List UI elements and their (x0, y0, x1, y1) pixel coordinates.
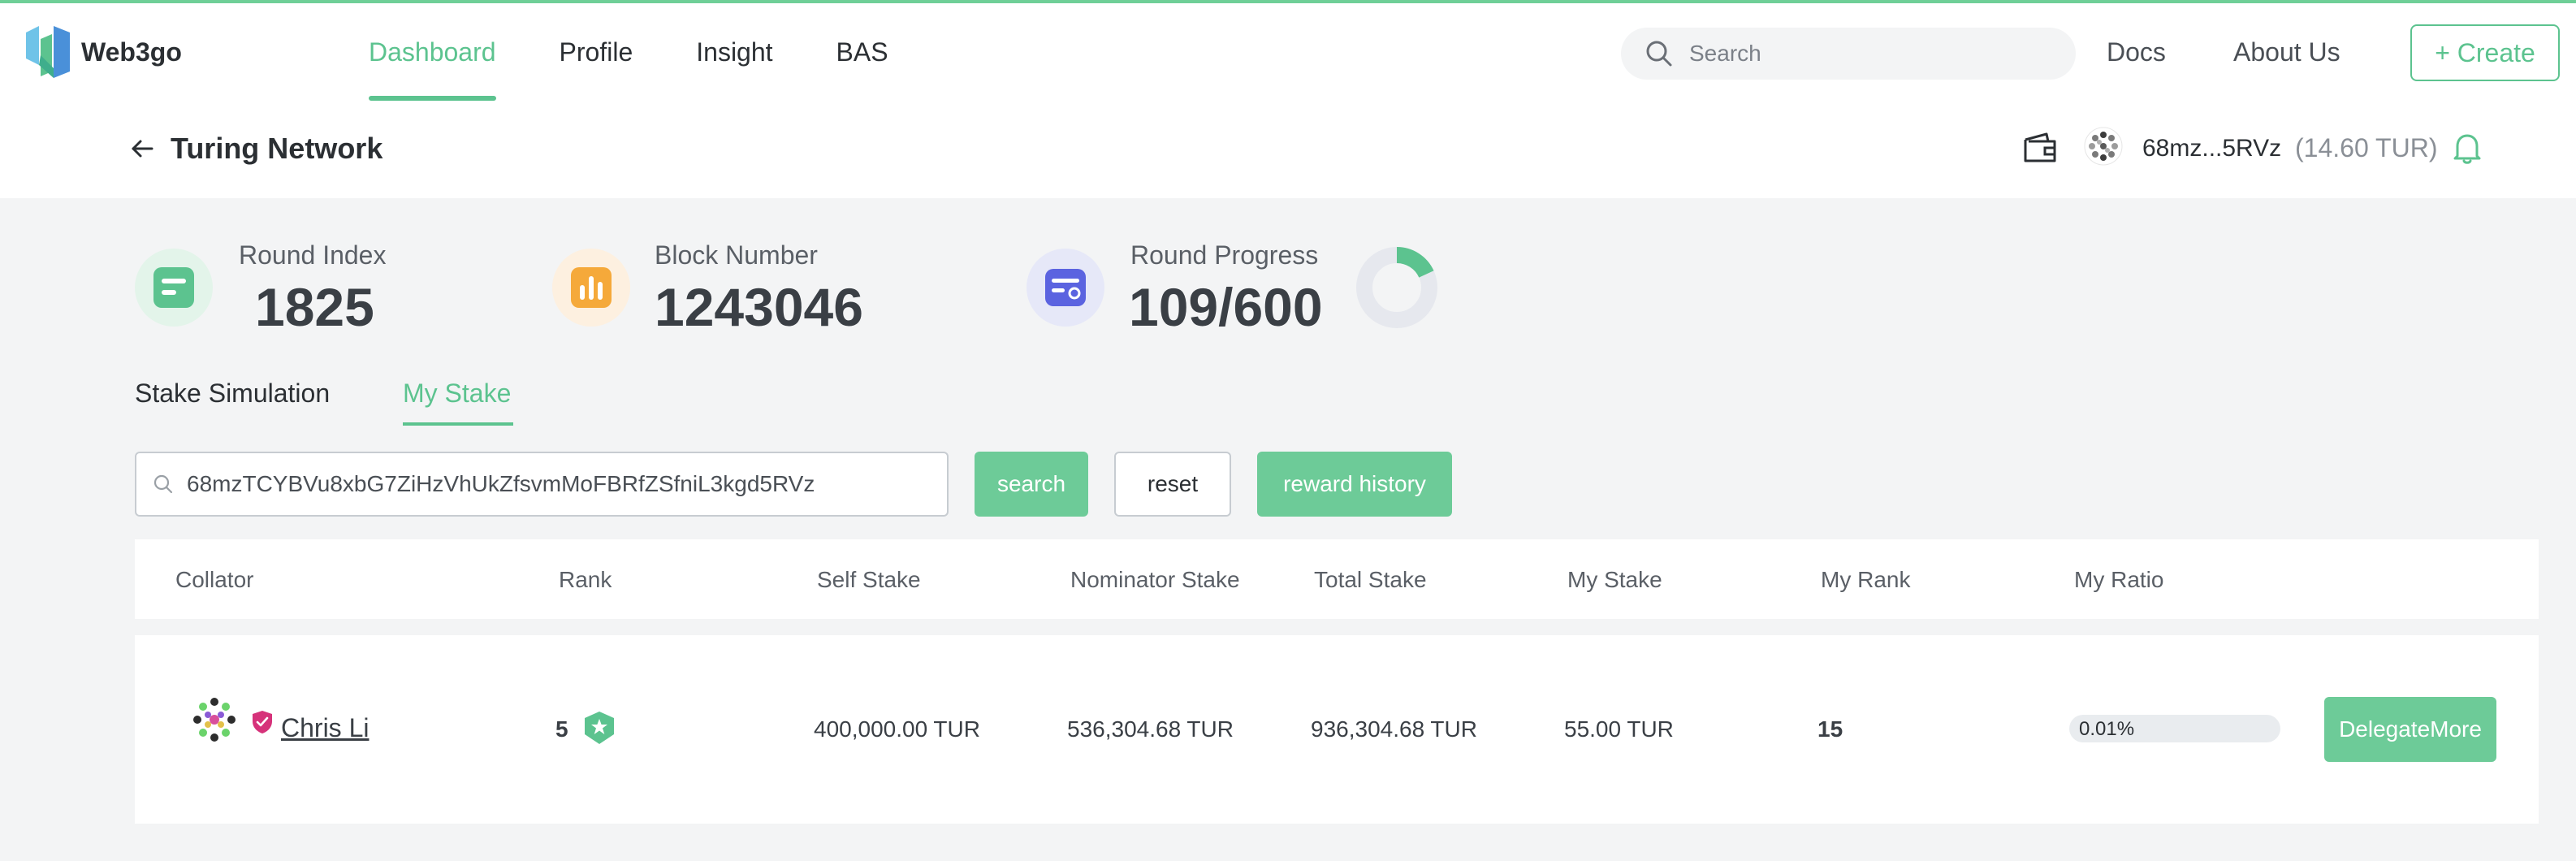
rank-star-badge-icon (585, 712, 614, 744)
tab-my-stake[interactable]: My Stake (403, 379, 511, 409)
collator-avatar-icon (191, 696, 238, 743)
round-index-icon (153, 267, 194, 308)
nominator-stake-value: 536,304.68 TUR (1067, 716, 1234, 742)
my-stake-value: 55.00 TUR (1564, 716, 1674, 742)
column-header-total-stake: Total Stake (1314, 567, 1427, 592)
wallet-icon[interactable] (2022, 132, 2058, 164)
active-tab-indicator (403, 422, 513, 426)
block-number-label: Block Number (655, 240, 818, 270)
account-balance: (14.60 TUR) (2295, 133, 2438, 162)
stat-round-progress: Round Progress 109/600 (1027, 240, 1449, 346)
network-header: Turing Network 68mz...5RVz (14.60 TUR) (0, 101, 2576, 198)
docs-link[interactable]: Docs (2107, 37, 2166, 67)
my-ratio-value: 0.01% (2079, 718, 2135, 740)
stat-round-index: Round Index 1825 (135, 240, 460, 346)
page-title: Turing Network (171, 132, 383, 165)
stat-block-number: Block Number 1243046 (552, 240, 893, 346)
table-row: Chris Li 5 400,000.00 TUR 536,304.68 TUR… (135, 635, 2539, 824)
column-header-my-rank: My Rank (1821, 567, 1911, 592)
search-input[interactable] (1689, 41, 2047, 67)
create-button[interactable]: + Create (2410, 24, 2560, 81)
column-header-nominator-stake: Nominator Stake (1070, 567, 1240, 592)
search-button[interactable]: search (975, 452, 1088, 517)
column-header-my-stake: My Stake (1567, 567, 1662, 592)
column-header-my-ratio: My Ratio (2074, 567, 2164, 592)
round-progress-badge (1027, 249, 1104, 327)
stake-table-header: Collator Rank Self Stake Nominator Stake… (135, 539, 2539, 619)
round-index-badge (135, 249, 213, 327)
column-header-collator: Collator (175, 567, 254, 592)
collator-name-link[interactable]: Chris Li (281, 713, 369, 743)
reward-history-button[interactable]: reward history (1257, 452, 1452, 517)
my-ratio-bar: 0.01% (2069, 715, 2280, 742)
round-index-value: 1825 (255, 277, 374, 337)
progress-card-icon (1045, 269, 1086, 306)
round-progress-value: 109/600 (1129, 277, 1323, 337)
block-number-badge (552, 249, 630, 327)
account-avatar-icon[interactable] (2084, 127, 2123, 166)
web3go-logo-icon (26, 26, 70, 78)
search-icon (153, 474, 173, 494)
back-arrow-icon[interactable] (130, 136, 154, 161)
verified-shield-icon (253, 711, 272, 733)
nav-insight[interactable]: Insight (696, 3, 772, 101)
total-stake-value: 936,304.68 TUR (1311, 716, 1477, 742)
delegate-more-button[interactable]: DelegateMore (2324, 697, 2496, 762)
bell-icon[interactable] (2453, 132, 2482, 164)
account-address[interactable]: 68mz...5RVz (2142, 135, 2281, 162)
round-progress-donut (1356, 247, 1437, 328)
top-header: Web3go Dashboard Profile Insight BAS Doc… (0, 0, 2576, 101)
rank-value: 5 (555, 716, 568, 742)
global-search[interactable] (1621, 28, 2076, 80)
round-index-label: Round Index (239, 240, 387, 270)
round-progress-label: Round Progress (1130, 240, 1319, 270)
nav-profile[interactable]: Profile (560, 3, 633, 101)
reset-button[interactable]: reset (1114, 452, 1231, 517)
main-nav: Dashboard Profile Insight BAS (369, 3, 952, 101)
about-us-link[interactable]: About Us (2233, 37, 2340, 67)
nav-bas[interactable]: BAS (836, 3, 888, 101)
address-search-field[interactable] (135, 452, 949, 517)
column-header-self-stake: Self Stake (817, 567, 921, 592)
app-name: Web3go (81, 37, 182, 67)
address-input[interactable] (187, 471, 934, 497)
column-header-rank: Rank (559, 567, 612, 592)
tab-stake-simulation[interactable]: Stake Simulation (135, 379, 330, 409)
block-number-value: 1243046 (655, 277, 863, 337)
self-stake-value: 400,000.00 TUR (814, 716, 980, 742)
my-rank-value: 15 (1817, 716, 1843, 742)
search-icon (1646, 41, 1672, 67)
bar-chart-icon (571, 267, 612, 308)
nav-dashboard[interactable]: Dashboard (369, 3, 496, 101)
logo[interactable]: Web3go (23, 23, 182, 81)
